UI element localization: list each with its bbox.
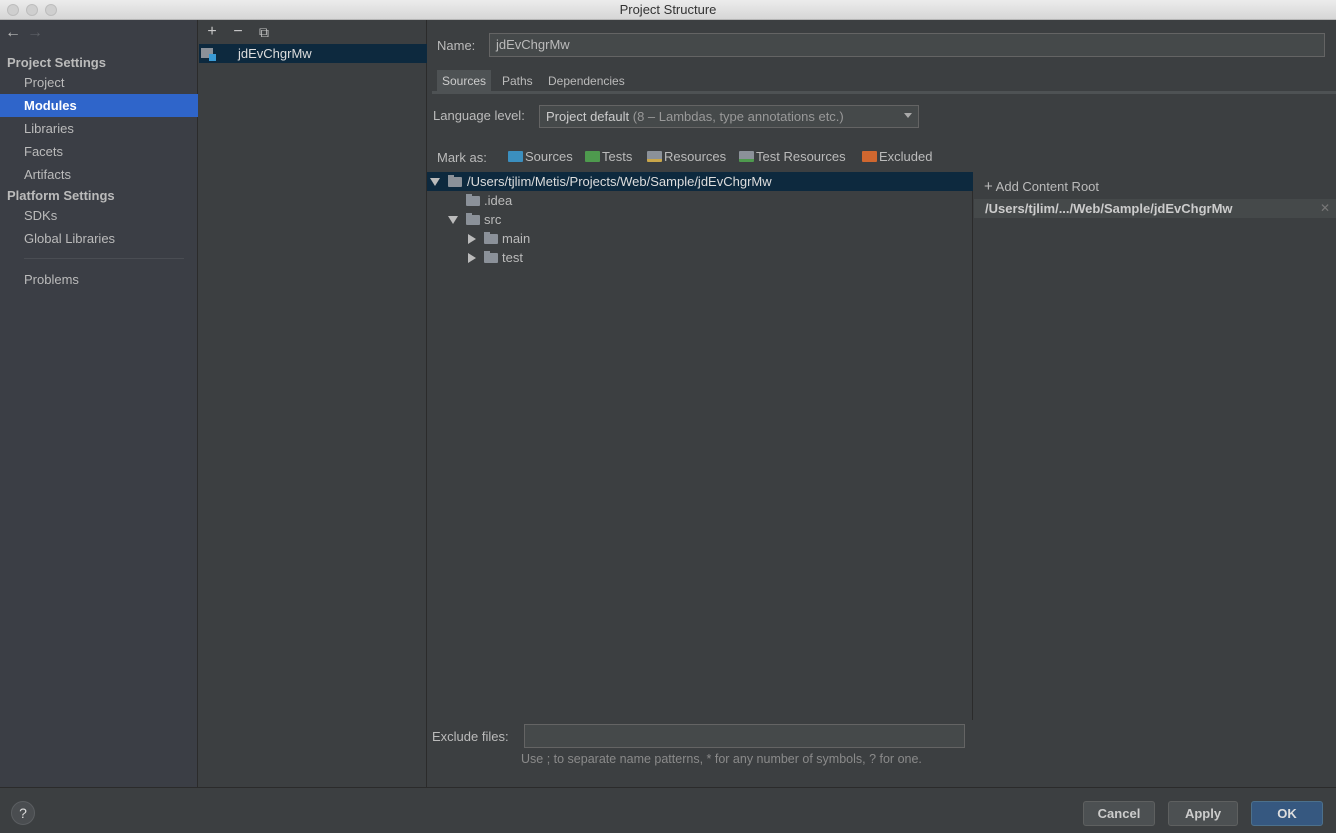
folder-icon bbox=[466, 213, 480, 225]
language-level-value: Project default bbox=[546, 109, 630, 124]
minimize-window-button[interactable] bbox=[26, 4, 38, 16]
tree-node-test[interactable]: test bbox=[427, 248, 973, 267]
exclude-files-input[interactable] bbox=[524, 724, 965, 748]
help-button[interactable]: ? bbox=[11, 801, 35, 825]
module-name-field[interactable]: jdEvChgrMw bbox=[489, 33, 1325, 57]
platform-settings-header: Platform Settings bbox=[7, 188, 115, 203]
exclude-files-help: Use ; to separate name patterns, * for a… bbox=[521, 752, 922, 766]
folder-icon bbox=[466, 194, 480, 206]
dialog-footer: ? Cancel Apply OK bbox=[0, 787, 1336, 833]
mark-resources-button[interactable]: Resources bbox=[647, 149, 726, 165]
language-level-hint: (8 – Lambdas, type annotations etc.) bbox=[632, 109, 844, 124]
module-list-item[interactable]: jdEvChgrMw bbox=[199, 44, 427, 63]
collapse-arrow-icon[interactable] bbox=[468, 253, 476, 263]
window-titlebar: Project Structure bbox=[0, 0, 1336, 20]
mark-test-resources-button[interactable]: Test Resources bbox=[739, 149, 846, 165]
tree-node-root[interactable]: /Users/tjlim/Metis/Projects/Web/Sample/j… bbox=[427, 172, 973, 191]
tree-node-main[interactable]: main bbox=[427, 229, 973, 248]
add-content-root-button[interactable]: + Add Content Root bbox=[984, 178, 1099, 195]
sidebar-divider bbox=[24, 258, 184, 259]
collapse-arrow-icon[interactable] bbox=[468, 234, 476, 244]
resources-folder-icon bbox=[647, 151, 662, 162]
mark-excluded-button[interactable]: Excluded bbox=[862, 149, 932, 165]
tab-paths[interactable]: Paths bbox=[497, 70, 538, 92]
content-tree: /Users/tjlim/Metis/Projects/Web/Sample/j… bbox=[427, 172, 973, 720]
sidebar-item-project[interactable]: Project bbox=[0, 71, 198, 94]
tree-node-label: test bbox=[502, 250, 523, 265]
cancel-button[interactable]: Cancel bbox=[1083, 801, 1155, 826]
sidebar: ← → Project Settings Project Modules Libr… bbox=[0, 20, 198, 787]
language-level-label: Language level: bbox=[433, 108, 525, 123]
forward-arrow-icon[interactable]: → bbox=[27, 24, 49, 42]
module-folder-icon bbox=[201, 48, 216, 61]
mark-resources-label: Resources bbox=[664, 149, 727, 164]
sidebar-item-sdks[interactable]: SDKs bbox=[0, 204, 198, 227]
apply-button[interactable]: Apply bbox=[1168, 801, 1238, 826]
chevron-down-icon bbox=[904, 113, 912, 118]
back-arrow-icon[interactable]: ← bbox=[5, 24, 27, 42]
plus-icon: + bbox=[984, 178, 993, 195]
tab-sources[interactable]: Sources bbox=[437, 70, 491, 92]
nav-arrows: ← → bbox=[5, 24, 49, 42]
tree-node-label: src bbox=[484, 212, 502, 227]
add-module-icon[interactable]: + bbox=[203, 23, 221, 41]
remove-module-icon[interactable]: − bbox=[229, 23, 247, 41]
folder-icon bbox=[484, 232, 498, 244]
folder-icon bbox=[448, 175, 462, 187]
zoom-window-button[interactable] bbox=[45, 4, 57, 16]
sources-folder-icon bbox=[508, 151, 523, 162]
tab-underline bbox=[432, 91, 1336, 94]
mark-tests-label: Tests bbox=[602, 149, 633, 164]
copy-module-icon[interactable]: ⧉ bbox=[255, 23, 273, 41]
exclude-files-label: Exclude files: bbox=[432, 729, 509, 744]
modules-pane: + − ⧉ jdEvChgrMw bbox=[199, 20, 427, 787]
language-level-select[interactable]: Project default (8 – Lambdas, type annot… bbox=[539, 105, 919, 128]
project-settings-header: Project Settings bbox=[7, 55, 106, 70]
name-label: Name: bbox=[437, 38, 476, 53]
tab-dependencies[interactable]: Dependencies bbox=[543, 70, 630, 92]
content-root-path: /Users/tjlim/.../Web/Sample/jdEvChgrMw bbox=[985, 201, 1233, 216]
test-resources-folder-icon bbox=[739, 151, 754, 162]
sidebar-item-modules[interactable]: Modules bbox=[0, 94, 198, 117]
sidebar-item-problems[interactable]: Problems bbox=[0, 268, 198, 291]
expand-arrow-icon[interactable] bbox=[430, 178, 440, 186]
tree-node-idea[interactable]: .idea bbox=[427, 191, 973, 210]
expand-arrow-icon[interactable] bbox=[448, 216, 458, 224]
sidebar-item-global-libraries[interactable]: Global Libraries bbox=[0, 227, 198, 250]
mark-excluded-label: Excluded bbox=[879, 149, 933, 164]
tree-node-src[interactable]: src bbox=[427, 210, 973, 229]
ok-button[interactable]: OK bbox=[1251, 801, 1323, 826]
close-window-button[interactable] bbox=[7, 4, 19, 16]
mark-sources-button[interactable]: Sources bbox=[508, 149, 573, 165]
window-title: Project Structure bbox=[619, 2, 717, 17]
content-roots-pane: + Add Content Root /Users/tjlim/.../Web/… bbox=[974, 172, 1336, 787]
add-content-root-label: Add Content Root bbox=[995, 179, 1100, 194]
mark-tests-button[interactable]: Tests bbox=[585, 149, 632, 165]
sidebar-item-artifacts[interactable]: Artifacts bbox=[0, 163, 198, 186]
tree-node-label: /Users/tjlim/Metis/Projects/Web/Sample/j… bbox=[467, 174, 772, 189]
mark-test-resources-label: Test Resources bbox=[756, 149, 846, 164]
excluded-folder-icon bbox=[862, 151, 877, 162]
folder-icon bbox=[484, 251, 498, 263]
mark-sources-label: Sources bbox=[525, 149, 573, 164]
sidebar-item-libraries[interactable]: Libraries bbox=[0, 117, 198, 140]
tree-node-label: .idea bbox=[484, 193, 513, 208]
tree-node-label: main bbox=[502, 231, 531, 246]
mark-as-label: Mark as: bbox=[437, 150, 487, 165]
close-icon[interactable]: ✕ bbox=[1320, 199, 1330, 218]
module-name: jdEvChgrMw bbox=[238, 46, 312, 61]
sidebar-item-facets[interactable]: Facets bbox=[0, 140, 198, 163]
content-root-item[interactable]: /Users/tjlim/.../Web/Sample/jdEvChgrMw ✕ bbox=[974, 199, 1336, 218]
tests-folder-icon bbox=[585, 151, 600, 162]
